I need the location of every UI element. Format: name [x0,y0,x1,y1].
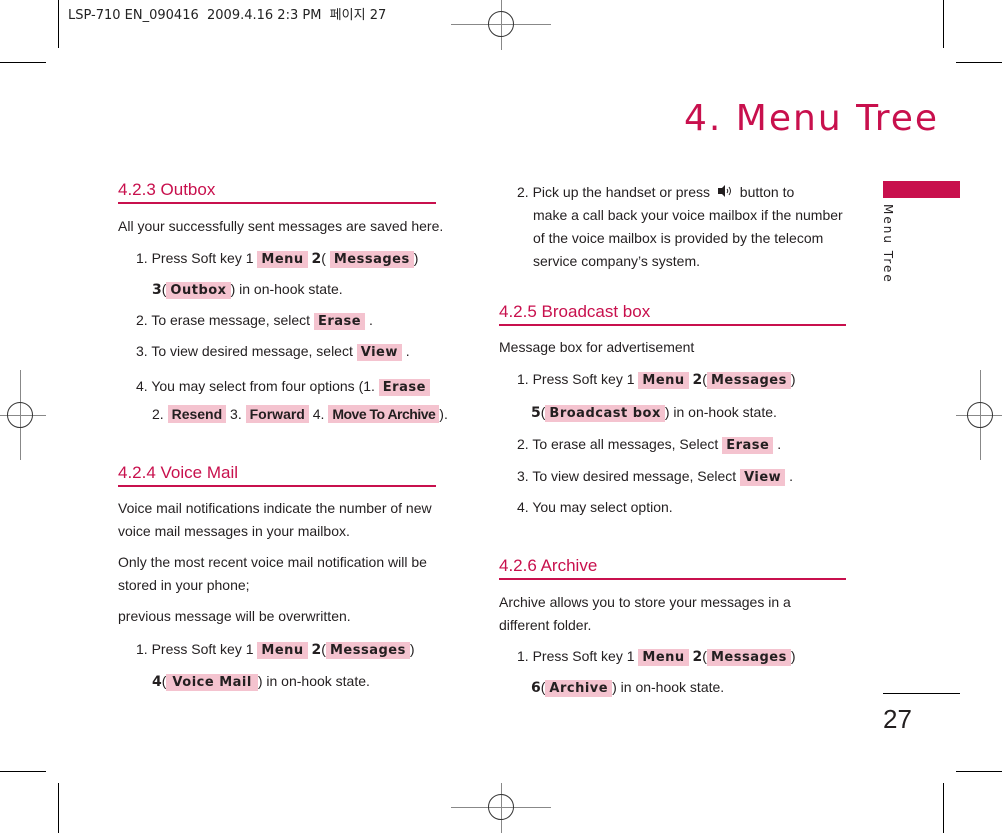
speaker-icon [714,183,736,201]
crop-mark [943,0,944,48]
section-title-broadcast-box: 4.2.5 Broadcast box [499,302,651,321]
crop-mark [956,771,1002,772]
section-title-archive: 4.2.6 Archive [499,556,598,575]
archive-key: Archive [545,680,613,697]
voicemail-step-1: 1. Press Soft key 1 Menu 2(Messages) [136,641,415,659]
broadcast-step-2: 2. To erase all messages, Select Erase . [517,436,782,454]
broadcast-intro: Message box for advertisement [499,339,695,355]
voicemail-p2-line1: Only the most recent voice mail notifica… [118,554,427,570]
voicemail-step-2-line4: service company’s system. [533,253,701,269]
outbox-step-4: 4. You may select from four options (1. … [136,377,430,397]
outbox-key: Outbox [166,282,231,299]
broadcast-box-key: Broadcast box [545,405,665,422]
side-tab-bar [883,181,960,198]
voicemail-step-2-line3: of the voice mailbox is provided by the … [533,230,824,246]
registration-mark-right [956,370,1002,460]
erase-key: Erase [313,313,366,330]
section-title-outbox: 4.2.3 Outbox [118,180,216,199]
archive-step-1: 1. Press Soft key 1 Menu 2(Messages) [517,648,796,666]
messages-key: Messages [325,642,410,659]
erase-key: Erase [722,437,774,454]
crop-mark [943,783,944,833]
messages-key: Messages [706,649,791,666]
section-rule [499,324,846,326]
archive-intro-line2: different folder. [499,617,592,633]
page-number-rule [883,693,960,694]
menu-key: Menu [257,251,308,268]
broadcast-step-1: 1. Press Soft key 1 Menu 2(Messages) [517,371,796,389]
forward-key: Forward [245,405,309,423]
voicemail-step-1-cont: 4(Voice Mail) in on-hook state. [152,673,370,691]
move-to-archive-key: Move To Archive [328,405,440,423]
view-key: View [740,469,786,486]
voice-mail-key: Voice Mail [166,674,258,691]
broadcast-step-1-cont: 5(Broadcast box) in on-hook state. [531,404,777,422]
messages-key: Messages [329,251,414,268]
page-number: 27 [883,704,912,734]
outbox-step-1-cont: 3(Outbox) in on-hook state. [152,281,343,299]
archive-intro-line1: Archive allows you to store your message… [499,594,791,610]
print-header: LSP-710 EN_090416 2009.4.16 2:3 PM 페이지 2… [68,8,387,23]
crop-mark [956,62,1002,63]
outbox-step-4-cont: 2. Resend 3. Forward 4. Move To Archive)… [152,405,448,423]
side-tab-label: Menu Tree [881,204,895,284]
registration-mark-bottom [451,783,551,833]
voicemail-p1-line2: voice mail messages in your mailbox. [118,523,350,539]
menu-key: Menu [638,372,689,389]
menu-key: Menu [638,649,689,666]
voicemail-p2-line2: stored in your phone; [118,577,250,593]
outbox-intro: All your successfully sent messages are … [118,218,444,234]
outbox-step-3: 3. To view desired message, select View … [136,343,410,361]
crop-mark [58,0,59,48]
outbox-step-2: 2. To erase message, select Erase . [136,312,373,330]
chapter-title: 4. Menu Tree [684,98,940,139]
voicemail-step-2-line1: 2. Pick up the handset or press button t… [517,183,795,201]
registration-mark-top [451,0,551,50]
voicemail-step-2-line2: make a call back your voice mailbox if t… [533,207,843,223]
voicemail-p1-line1: Voice mail notifications indicate the nu… [118,500,432,516]
section-rule [499,578,846,580]
erase-key: Erase [378,379,430,396]
broadcast-step-3: 3. To view desired message, Select View … [517,468,793,486]
section-rule [118,202,436,204]
crop-mark [0,62,46,63]
voicemail-p3: previous message will be overwritten. [118,608,351,624]
section-rule [118,485,436,487]
resend-key: Resend [167,405,227,423]
outbox-step-1: 1. Press Soft key 1 Menu 2( Messages) [136,250,419,268]
section-title-voice-mail: 4.2.4 Voice Mail [118,463,239,482]
broadcast-step-4: 4. You may select option. [517,499,673,515]
view-key: View [356,344,402,361]
messages-key: Messages [706,372,791,389]
archive-step-1-cont: 6(Archive) in on-hook state. [531,679,725,697]
menu-key: Menu [257,642,308,659]
crop-mark [0,771,46,772]
registration-mark-left [0,370,46,460]
crop-mark [58,783,59,833]
